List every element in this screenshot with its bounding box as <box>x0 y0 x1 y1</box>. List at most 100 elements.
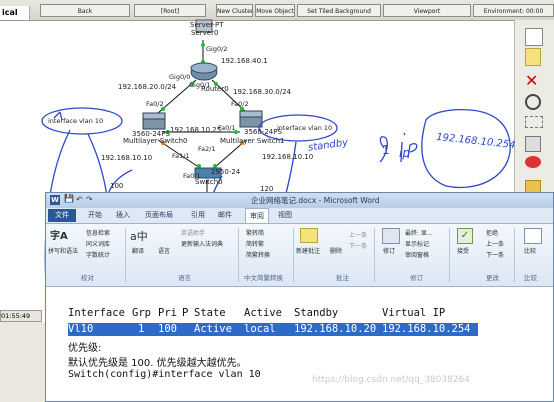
inspect-icon[interactable] <box>525 94 543 112</box>
watermark-text: https://blog.csdn.net/qq_38038264 <box>312 375 471 385</box>
switch-label: Switch0 <box>195 178 223 186</box>
word-logo-icon: W <box>50 195 60 205</box>
reviewing-pane-button[interactable]: 审阅窗格 <box>405 250 429 259</box>
convert-button[interactable]: 简繁转换 <box>246 250 270 259</box>
col-standby: Standby <box>294 307 339 319</box>
col-state: State <box>194 307 226 319</box>
ribbon-tabs: 文件 开始 插入 页面布局 引用 邮件 审阅 视图 <box>46 208 553 224</box>
save-icon[interactable]: 💾 <box>64 194 74 203</box>
tab-references[interactable]: 引用 <box>191 210 205 220</box>
network-label: 192.168.40.1 <box>221 57 268 65</box>
word-count-button[interactable]: 字数统计 <box>86 250 110 259</box>
col-pri: Pri <box>158 307 177 319</box>
clock-display: 01:55:49 <box>0 310 42 322</box>
next-change-button[interactable]: 下一条 <box>486 250 504 259</box>
tab-review[interactable]: 审阅 <box>245 208 269 223</box>
annotation-text: 1 <box>382 143 390 157</box>
multilayer-switch-icon[interactable] <box>239 110 263 128</box>
resize-icon[interactable] <box>525 136 543 154</box>
simp-to-trad-button[interactable]: 简转繁 <box>246 239 264 248</box>
ip-label: 192.168.10.10 <box>101 154 153 162</box>
research-button[interactable]: 信息检索 <box>86 228 110 237</box>
trad-to-simp-button[interactable]: 繁转简 <box>246 228 264 237</box>
server-type-label: Server-PT <box>190 21 224 29</box>
tab-file[interactable]: 文件 <box>48 209 76 222</box>
translate-button[interactable]: 翻译 <box>132 246 144 255</box>
col-grp: Grp <box>132 307 151 319</box>
port-label: Fa0/1 <box>218 124 236 132</box>
compare-icon[interactable] <box>524 228 542 244</box>
tab-insert[interactable]: 插入 <box>116 210 130 220</box>
group-language-label: 语言 <box>178 274 191 282</box>
annotation-text: interface vlan 10 <box>48 117 104 125</box>
cell-grp: 1 <box>138 323 145 335</box>
document-body[interactable]: Interface Grp Pri P State Active Standby… <box>46 287 553 401</box>
port-label: Fa0/2 <box>231 100 249 108</box>
thesaurus-button[interactable]: 同义词库 <box>86 239 110 248</box>
cell-interface: Vl10 <box>68 323 94 335</box>
accept-icon[interactable]: ✓ <box>457 228 473 244</box>
redo-icon[interactable]: ↷ <box>86 195 93 204</box>
cell-standby: 192.168.10.20 <box>294 323 377 335</box>
translate-icon[interactable]: a中 <box>130 228 148 244</box>
cell-virtual-ip: 192.168.10.254 <box>382 323 471 335</box>
cell-active: local <box>244 323 276 335</box>
group-compare-label: 比较 <box>524 274 537 282</box>
group-conversion-label: 中文简繁转换 <box>244 274 283 282</box>
track-changes-button[interactable]: 修订 <box>383 246 395 255</box>
group-tracking-label: 修订 <box>410 274 423 282</box>
next-comment-button[interactable]: 下一条 <box>349 241 367 250</box>
tab-mailings[interactable]: 邮件 <box>218 210 232 220</box>
undo-icon[interactable]: ↶ <box>76 195 83 204</box>
compare-button[interactable]: 比较 <box>524 246 536 255</box>
show-markup-button[interactable]: 显示标记 <box>405 239 429 248</box>
update-ime-button[interactable]: 更新输入法词典 <box>181 239 223 248</box>
new-comment-button[interactable]: 新建批注 <box>296 246 320 255</box>
prev-comment-button[interactable]: 上一条 <box>349 230 367 239</box>
group-proofing-label: 校对 <box>81 274 94 282</box>
config-line: Switch(config)#interface vlan 10 <box>68 369 261 380</box>
col-virtual-ip: Virtual IP <box>382 307 446 319</box>
port-label: Fa1/1 <box>172 152 190 160</box>
tab-view[interactable]: 视图 <box>278 210 292 220</box>
track-changes-icon[interactable] <box>382 228 400 244</box>
spell-check-button[interactable]: 拼写和语法 <box>48 246 78 255</box>
delete-icon[interactable]: ✕ <box>525 72 543 90</box>
draw-shape-icon[interactable] <box>525 116 543 134</box>
reject-button[interactable]: 拒绝 <box>486 228 498 237</box>
priority-description: 默认优先级是 100. 优先级越大越优先。 <box>68 358 247 369</box>
counter-label: 100 <box>110 182 124 190</box>
router-label: Router0 <box>201 85 229 93</box>
port-label: Fa2/1 <box>198 145 216 153</box>
prev-change-button[interactable]: 上一条 <box>486 239 504 248</box>
accept-button[interactable]: 接受 <box>457 246 469 255</box>
display-for-review-select[interactable]: 最终: 显… <box>405 228 433 237</box>
switch-label: Multilayer Switch0 <box>123 137 188 145</box>
spell-check-icon[interactable]: 字A <box>50 227 68 242</box>
note-icon[interactable] <box>525 48 543 66</box>
pt-bottom-panel <box>0 322 45 402</box>
review-ribbon: 字A 拼写和语法 信息检索 同义词库 字数统计 校对 a中 翻译 语言 英语助手… <box>46 224 553 287</box>
port-label: Gig0/2 <box>206 45 228 53</box>
pdu-icon[interactable] <box>525 156 543 174</box>
annotation-text: interface vlan 10 <box>277 124 333 132</box>
ip-label: 192.168.10.10 <box>262 153 314 161</box>
router-icon[interactable] <box>190 62 218 81</box>
multilayer-switch-icon[interactable] <box>142 112 166 130</box>
server-label: Server0 <box>191 29 219 37</box>
window-title: 企业网络笔记.docx - Microsoft Word <box>251 196 380 205</box>
port-label: Fa0/2 <box>146 100 164 108</box>
cell-pri: 100 <box>158 323 177 335</box>
group-comments-label: 批注 <box>336 274 349 282</box>
cell-state: Active <box>194 323 232 335</box>
network-label: 192.168.30.0/24 <box>233 88 292 96</box>
tab-page-layout[interactable]: 页面布局 <box>145 210 173 220</box>
switch-model-label: 2950-24 <box>211 168 241 176</box>
new-comment-icon[interactable] <box>300 228 318 243</box>
word-window: W 💾 ↶ ↷ 企业网络笔记.docx - Microsoft Word 文件 … <box>45 192 554 402</box>
delete-comment-button[interactable]: 删除 <box>330 246 342 255</box>
language-button[interactable]: 语言 <box>158 246 170 255</box>
select-tool-icon[interactable] <box>525 28 543 46</box>
tab-home[interactable]: 开始 <box>88 210 102 220</box>
english-helper-button[interactable]: 英语助手 <box>181 228 205 237</box>
